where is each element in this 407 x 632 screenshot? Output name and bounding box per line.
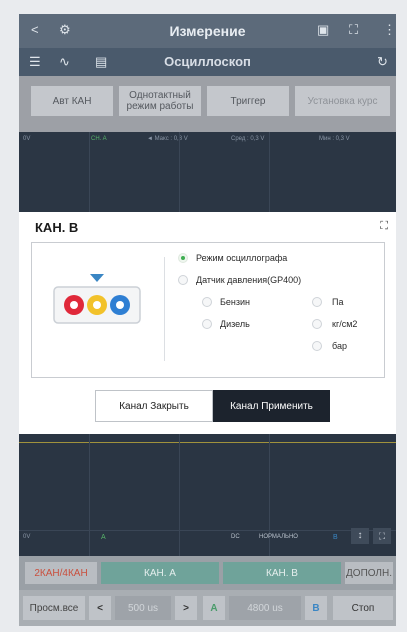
channel-mode-button[interactable]: 2КАН/4КАН [25,562,97,584]
tab-trigger[interactable]: Триггер [207,86,289,116]
bar-label: бар [332,341,347,351]
pressure-sensor-label: Датчик давления(GP400) [196,275,302,285]
more-icon[interactable]: ⋮ [383,22,396,38]
grid-line [89,132,90,212]
timebase-bar: Просм.все < 500 us > A 4800 us B Стоп [19,590,396,626]
refresh-icon[interactable]: ↻ [377,54,388,70]
channel-bar: 2КАН/4КАН КАН. A КАН. B ДОПОЛН. [19,556,396,590]
oscilloscope-mode-radio[interactable] [178,253,188,263]
channel-a-button[interactable]: КАН. A [101,562,219,584]
grid-line [19,530,396,531]
vertical-scale-icon[interactable]: ↕ [351,528,369,544]
kgcm2-label: кг/см2 [332,319,358,329]
scope-channel-label: CH. A [91,136,107,142]
channel-b-button[interactable]: КАН. B [223,562,341,584]
title-bar: < ⚙ Измерение ▣ ⛶ ⋮ [19,14,396,48]
scope-min-label: Мин : 0,3 V [319,136,350,142]
stop-button[interactable]: Стоп [333,596,393,620]
bar-radio[interactable] [312,341,322,351]
oscilloscope-mode-label: Режим осциллографа [196,253,288,263]
channel-b-badge[interactable]: B [305,596,327,620]
page-title: Измерение [169,23,246,39]
time-value: 500 us [115,596,171,620]
scope-avg-label: Сред : 0,3 V [231,136,265,142]
channel-settings-panel: Режим осциллографа Датчик давления(GP400… [31,242,385,378]
tab-auto-channel[interactable]: Авт КАН [31,86,113,116]
scope-b-marker: B [333,534,338,541]
petrol-radio[interactable] [202,297,212,307]
pa-label: Па [332,297,344,307]
scope-zero-label: 0V [23,534,31,540]
view-all-button[interactable]: Просм.все [23,596,85,620]
channel-dialog: КАН. B ⛶ Режим осциллографа Датчик давле… [19,212,396,434]
sub-title: Осциллоскоп [164,54,251,69]
connector-graphic [53,274,141,324]
sub-header: ☰ ∿ ▤ Осциллоскоп ↻ [19,48,396,76]
dialog-title: КАН. B [35,220,79,235]
channel-a-badge[interactable]: A [203,596,225,620]
expand-icon[interactable]: ⛶ [380,220,388,233]
grid-line [269,132,270,212]
divider [164,257,165,361]
coupling-label[interactable]: DC [231,534,240,540]
diesel-label: Дизель [220,319,250,329]
scope-display-bottom: 0V A DC НОРМАЛЬНО B ↕ ⛶ [19,434,396,556]
fullscreen-icon[interactable]: ⛶ [373,528,391,544]
trace-line [19,442,396,443]
grid-line [179,132,180,212]
grid-line [89,434,90,556]
diesel-radio[interactable] [202,319,212,329]
camera-icon[interactable]: ▣ [317,22,329,38]
close-channel-button[interactable]: Канал Закрыть [95,390,213,422]
scope-voltage-label: 0V [23,136,31,142]
petrol-label: Бензин [220,297,251,307]
pa-radio[interactable] [312,297,322,307]
time-increase-button[interactable]: > [175,596,197,620]
toolbar-tabs: Авт КАН Однотактный режим работы Триггер… [19,76,396,132]
app-window: < ⚙ Измерение ▣ ⛶ ⋮ ☰ ∿ ▤ Осциллоскоп ↻ … [19,14,396,626]
kgcm2-radio[interactable] [312,319,322,329]
trigger-mode-label[interactable]: НОРМАЛЬНО [259,534,298,540]
scope-a-marker: A [101,534,106,541]
tab-single-shot[interactable]: Однотактный режим работы [119,86,201,116]
triangle-icon [90,274,104,282]
expand-icon[interactable]: ⛶ [349,22,358,38]
tab-cursor-setup[interactable]: Установка курс [295,86,390,116]
apply-channel-button[interactable]: Канал Применить [213,390,330,422]
time-decrease-button[interactable]: < [89,596,111,620]
grid-line [179,434,180,556]
sample-value: 4800 us [229,596,301,620]
more-button[interactable]: ДОПОЛН. [345,562,393,584]
scope-display-top: 0V CH. A ◄ Макс : 0,3 V Сред : 0,3 V Мин… [19,132,396,212]
scope-max-label: ◄ Макс : 0,3 V [147,136,188,142]
pressure-sensor-radio[interactable] [178,275,188,285]
